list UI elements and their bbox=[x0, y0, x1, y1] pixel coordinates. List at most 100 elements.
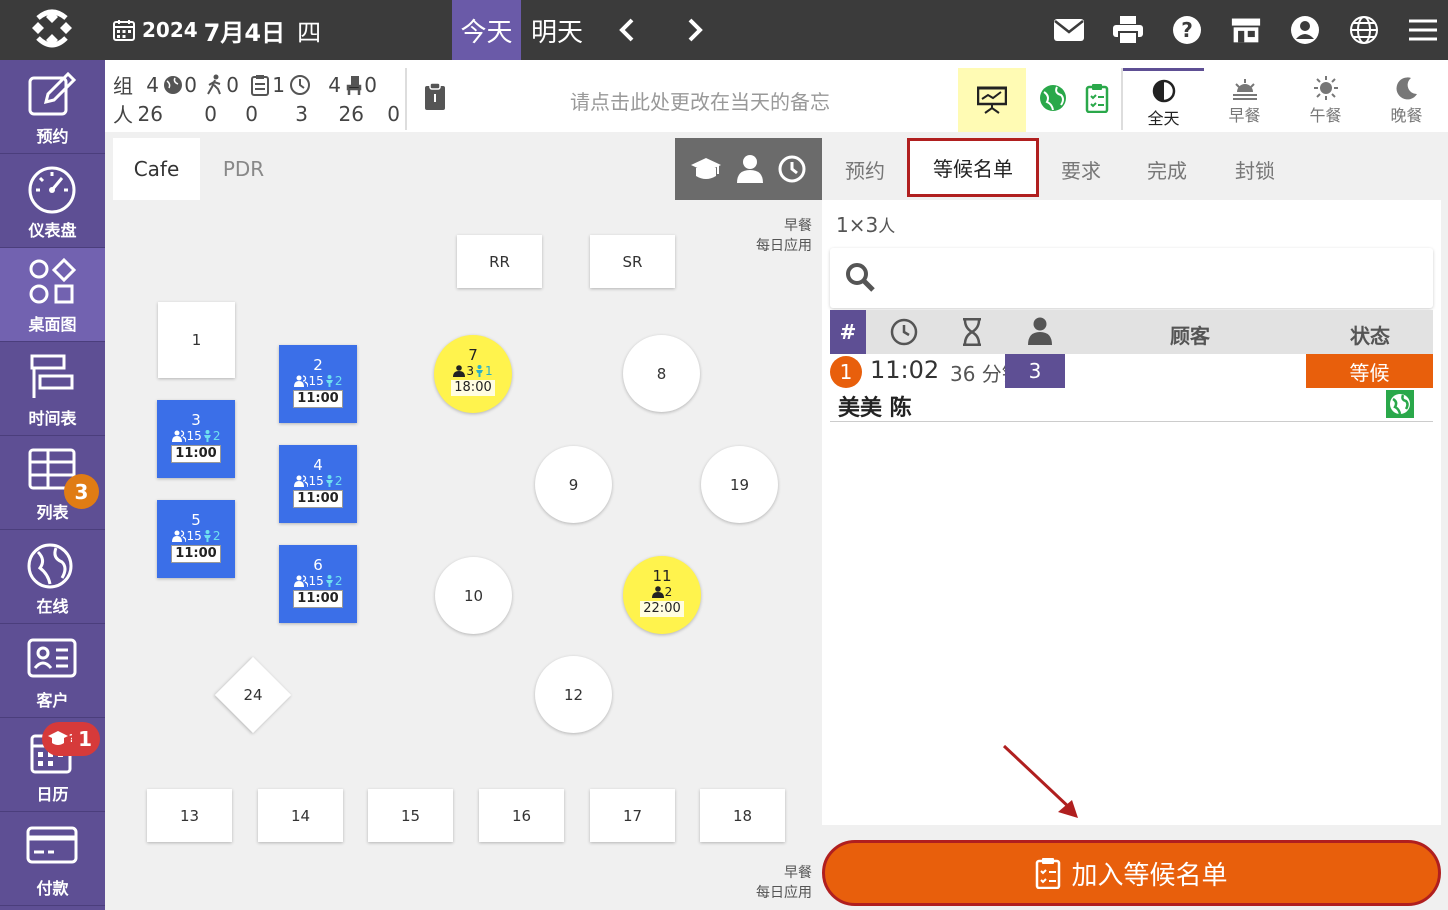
col-number[interactable]: # bbox=[830, 310, 866, 354]
presentation-icon bbox=[977, 86, 1007, 114]
child-icon bbox=[325, 475, 333, 487]
annotation-arrow-icon bbox=[1002, 744, 1078, 818]
shapes-icon bbox=[29, 257, 77, 304]
person-icon[interactable] bbox=[1028, 317, 1052, 345]
tomorrow-button[interactable]: 明天 bbox=[521, 0, 593, 60]
child-count: 2 bbox=[334, 574, 343, 588]
online-globe-icon[interactable] bbox=[1039, 84, 1067, 112]
table-19[interactable]: 19 bbox=[701, 446, 778, 523]
help-icon[interactable]: ? bbox=[1172, 12, 1202, 48]
meal-selector: 全天 早餐 午餐 晚餐 bbox=[1123, 68, 1447, 130]
col-status[interactable]: 状态 bbox=[1350, 320, 1390, 349]
store-icon[interactable] bbox=[1231, 12, 1261, 48]
search-icon bbox=[846, 263, 875, 292]
sun-icon bbox=[1313, 76, 1338, 100]
dashboard-icon bbox=[28, 166, 76, 214]
sidebar-item-timeline[interactable]: 时间表 bbox=[0, 342, 105, 436]
sidebar-item-label: 仪表盘 bbox=[28, 221, 77, 240]
table-17[interactable]: 17 bbox=[590, 789, 675, 842]
logo-icon[interactable] bbox=[28, 8, 76, 52]
meal-lunch[interactable]: 午餐 bbox=[1285, 68, 1366, 130]
tab-pdr[interactable]: PDR bbox=[200, 138, 287, 200]
table-9[interactable]: 9 bbox=[535, 446, 612, 523]
mail-icon[interactable] bbox=[1054, 12, 1084, 48]
table-3[interactable]: 3 15 2 11:00 bbox=[157, 400, 235, 478]
table-6[interactable]: 6 15 2 11:00 bbox=[279, 545, 357, 623]
tab-completed[interactable]: 完成 bbox=[1134, 138, 1200, 200]
table-12[interactable]: 12 bbox=[535, 656, 612, 733]
waitlist-clipboard-icon[interactable] bbox=[1085, 83, 1109, 113]
tab-requests[interactable]: 要求 bbox=[1048, 138, 1114, 200]
sidebar-item-payment[interactable]: 付款 bbox=[0, 812, 105, 906]
table-14[interactable]: 14 bbox=[258, 789, 343, 842]
memo-field[interactable]: 请点击此处更改在当天的备忘 bbox=[570, 86, 830, 115]
presentation-button[interactable] bbox=[958, 68, 1026, 132]
date-weekday: 四 bbox=[297, 18, 322, 47]
hourglass-icon[interactable] bbox=[961, 318, 983, 346]
meal-tag-bottom: 早餐 每日应用 bbox=[756, 865, 812, 901]
table-16[interactable]: 16 bbox=[479, 789, 564, 842]
groups-booked: 4 bbox=[328, 72, 341, 97]
printer-icon[interactable] bbox=[1113, 12, 1143, 48]
search-input[interactable] bbox=[830, 248, 1433, 308]
cap-icon[interactable] bbox=[690, 157, 721, 181]
next-day-button[interactable] bbox=[675, 0, 715, 60]
waitlist-row[interactable]: 1 11:02 36 分钟 3 等候 美美 陈 bbox=[830, 354, 1433, 422]
tab-blocked[interactable]: 封锁 bbox=[1222, 138, 1288, 200]
sidebar-item-customers[interactable]: 客户 bbox=[0, 624, 105, 718]
meal-dinner[interactable]: 晚餐 bbox=[1366, 68, 1447, 130]
waitlist-panel: 1×3人 # 顾客 状态 1 11:02 36 分钟 3 等候 美美 陈 bbox=[822, 200, 1441, 825]
date-picker[interactable]: 2024 7月4日 四 bbox=[112, 12, 321, 48]
tab-cafe[interactable]: Cafe bbox=[113, 138, 200, 200]
globe-icon[interactable] bbox=[1349, 12, 1379, 48]
clock-icon[interactable] bbox=[778, 155, 806, 183]
child-icon bbox=[325, 375, 333, 387]
sidebar-item-label: 付款 bbox=[36, 879, 69, 898]
table-18[interactable]: 18 bbox=[700, 789, 785, 842]
table-number: 11 bbox=[652, 567, 672, 585]
person-icon[interactable] bbox=[736, 155, 763, 183]
child-count: 2 bbox=[334, 474, 343, 488]
menu-icon[interactable] bbox=[1408, 12, 1438, 48]
customer-name: 美美 陈 bbox=[838, 396, 912, 421]
table-11[interactable]: 11 2 22:00 bbox=[623, 556, 701, 634]
today-button[interactable]: 今天 bbox=[452, 0, 521, 60]
tab-waitlist[interactable]: 等候名单 bbox=[907, 138, 1039, 197]
status-badge[interactable]: 等候 bbox=[1306, 354, 1433, 388]
table-rr[interactable]: RR bbox=[457, 235, 542, 288]
table-1[interactable]: 1 bbox=[158, 302, 235, 378]
reservation-time: 11:00 bbox=[171, 445, 221, 463]
clipboard-icon bbox=[1036, 858, 1061, 889]
table-4[interactable]: 4 15 2 11:00 bbox=[279, 445, 357, 523]
table-7[interactable]: 7 31 18:00 bbox=[434, 335, 512, 413]
online-source-icon bbox=[1386, 390, 1414, 418]
sidebar-item-online[interactable]: 在线 bbox=[0, 530, 105, 624]
table-13[interactable]: 13 bbox=[147, 789, 232, 842]
people-label: 人 bbox=[113, 103, 133, 127]
meal-breakfast[interactable]: 早餐 bbox=[1204, 68, 1285, 130]
arrival-time: 11:02 bbox=[870, 356, 940, 384]
meal-all-day[interactable]: 全天 bbox=[1123, 68, 1204, 130]
guests-icon bbox=[293, 475, 308, 487]
sidebar-item-dashboard[interactable]: 仪表盘 bbox=[0, 154, 105, 248]
table-8[interactable]: 8 bbox=[623, 335, 700, 412]
col-customer[interactable]: 顾客 bbox=[1170, 320, 1210, 349]
add-to-waitlist-button[interactable]: 加入等候名单 bbox=[822, 840, 1441, 906]
meal-label: 午餐 bbox=[1309, 106, 1342, 125]
prev-day-button[interactable] bbox=[607, 0, 647, 60]
table-15[interactable]: 15 bbox=[368, 789, 453, 842]
edit-icon bbox=[28, 71, 77, 116]
reservation-time: 11:00 bbox=[293, 390, 343, 408]
table-10[interactable]: 10 bbox=[435, 557, 512, 634]
table-2[interactable]: 2 15 2 11:00 bbox=[279, 345, 357, 423]
calendar-icon bbox=[113, 20, 135, 41]
people-booked: 26 bbox=[338, 101, 364, 126]
table-sr[interactable]: SR bbox=[590, 235, 675, 288]
table-5[interactable]: 5 15 2 11:00 bbox=[157, 500, 235, 578]
tab-reservations[interactable]: 预约 bbox=[832, 138, 898, 200]
sidebar-item-reservation[interactable]: 预约 bbox=[0, 60, 105, 154]
sidebar-item-floor-plan[interactable]: 桌面图 bbox=[0, 248, 105, 342]
user-icon[interactable] bbox=[1290, 12, 1320, 48]
clock-icon[interactable] bbox=[890, 318, 918, 346]
walk-in-icon bbox=[207, 74, 221, 94]
